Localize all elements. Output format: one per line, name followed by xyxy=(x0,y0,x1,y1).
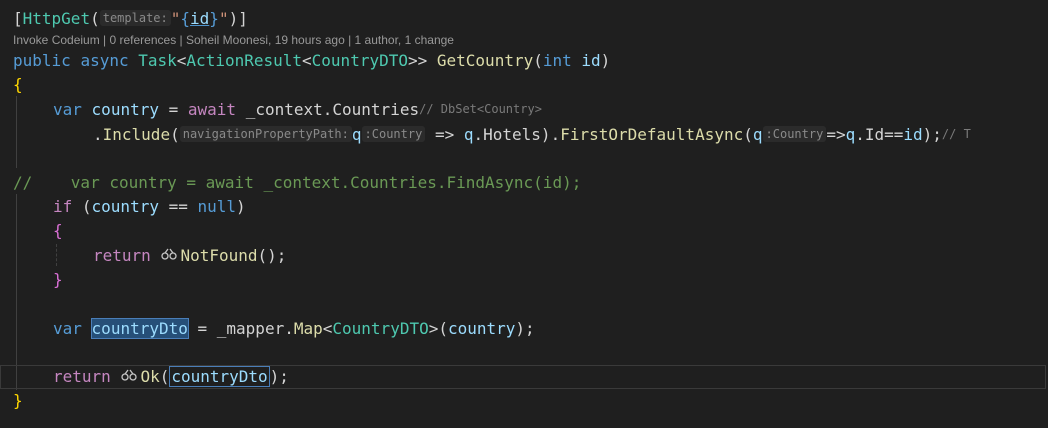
token-type: CountryDTO xyxy=(332,319,429,338)
token-brace: { xyxy=(53,221,63,240)
token: == xyxy=(158,197,198,216)
code-line-8[interactable]: if (country == null) xyxy=(0,195,1048,219)
token-function: GetCountry xyxy=(436,51,534,70)
code-line-10[interactable]: return NotFound(); xyxy=(0,244,1048,268)
inlay-hint-param: navigationPropertyPath: xyxy=(179,126,352,142)
token-variable: country xyxy=(91,100,159,119)
token-keyword: await xyxy=(187,100,237,119)
token: ) xyxy=(236,197,246,216)
token-string: " xyxy=(218,9,229,28)
token-keyword: var xyxy=(53,100,82,119)
inline-type-comment: // T xyxy=(941,127,971,141)
token: >> xyxy=(407,51,428,70)
token: ); xyxy=(515,319,535,338)
token-variable-highlighted: countryDto xyxy=(90,318,189,339)
token-route-param: id xyxy=(190,9,210,28)
token-function: FirstOrDefaultAsync xyxy=(560,125,744,144)
navigate-to-response-icon[interactable] xyxy=(160,246,178,262)
inlay-hint-type: :Country xyxy=(361,126,426,142)
token-param: id xyxy=(581,51,601,70)
token: ( xyxy=(533,51,543,70)
token-param: q xyxy=(351,125,362,144)
code-line-16[interactable]: } xyxy=(0,389,1048,413)
token: .Hotels). xyxy=(473,125,561,144)
code-line-5[interactable]: .Include(navigationPropertyPath: q:Countr… xyxy=(0,122,1048,146)
token-variable: country xyxy=(447,319,516,338)
token-attribute: HttpGet xyxy=(22,9,91,28)
token-keyword: public xyxy=(13,51,71,70)
token: >( xyxy=(428,319,448,338)
code-line-13[interactable]: var countryDto = _mapper.Map<CountryDTO>… xyxy=(0,317,1048,341)
code-line-9[interactable]: { xyxy=(0,219,1048,243)
token: < xyxy=(302,51,312,70)
code-line-4[interactable]: var country = await _context.Countries//… xyxy=(0,97,1048,121)
token-param: q xyxy=(463,125,474,144)
code-line-3[interactable]: { xyxy=(0,73,1048,97)
code-editor[interactable]: [HttpGet(template: "{id}")] Invoke Codeiu… xyxy=(0,0,1048,428)
token-type: Task xyxy=(138,51,177,70)
code-line-7[interactable]: // var country = await _context.Countrie… xyxy=(0,171,1048,195)
token: (); xyxy=(257,246,287,265)
token-type: ActionResult xyxy=(186,51,303,70)
token-function: Include xyxy=(102,125,171,144)
token: ( xyxy=(90,9,100,28)
token-string: " xyxy=(170,9,181,28)
token: . xyxy=(93,125,103,144)
token-keyword: null xyxy=(197,197,237,216)
code-line-15[interactable]: return Ok(countryDto); xyxy=(0,365,1048,389)
token: < xyxy=(322,319,333,338)
codelens[interactable]: Invoke Codeium | 0 references | Soheil M… xyxy=(13,31,454,49)
token-keyword: int xyxy=(542,51,572,70)
token-keyword: var xyxy=(53,319,82,338)
token: => xyxy=(826,125,846,144)
token: = _mapper. xyxy=(187,319,294,338)
token-keyword: return xyxy=(93,246,151,265)
token: ); xyxy=(922,125,942,144)
token-brace: } xyxy=(53,270,63,289)
token-route-brace: { xyxy=(180,9,191,28)
token: => xyxy=(425,125,464,144)
token-keyword: return xyxy=(53,367,111,386)
token-function: Map xyxy=(293,319,323,338)
token: ( xyxy=(170,125,180,144)
token: ); xyxy=(269,367,289,386)
token-variable: country xyxy=(91,197,159,216)
code-line-11[interactable]: } xyxy=(0,268,1048,292)
token: .Id== xyxy=(855,125,904,144)
token-function: NotFound xyxy=(180,246,258,265)
token: )] xyxy=(228,9,248,28)
token-param: q xyxy=(845,125,856,144)
token: [ xyxy=(13,9,23,28)
token-route-brace: } xyxy=(209,9,219,28)
token-comment: // var country = await _context.Countrie… xyxy=(13,173,582,192)
token-function: Ok xyxy=(140,367,160,386)
token: ( xyxy=(72,197,92,216)
token-brace: { xyxy=(13,75,23,94)
token-keyword: async xyxy=(80,51,129,70)
token-keyword: if xyxy=(53,197,73,216)
token: _context.Countries xyxy=(236,100,420,119)
navigate-to-response-icon[interactable] xyxy=(120,367,138,383)
token-variable-highlighted: countryDto xyxy=(169,366,270,387)
token: = xyxy=(158,100,188,119)
token: ( xyxy=(743,125,753,144)
token-brace: } xyxy=(13,391,23,410)
inline-type-comment: // DbSet<Country> xyxy=(419,102,542,116)
token: < xyxy=(176,51,187,70)
code-line-2[interactable]: public async Task<ActionResult<CountryDT… xyxy=(0,49,1048,73)
token: ) xyxy=(600,51,611,70)
token-type: CountryDTO xyxy=(311,51,408,70)
token: ( xyxy=(159,367,170,386)
token-param: id xyxy=(903,125,923,144)
code-line-1[interactable]: [HttpGet(template: "{id}")] xyxy=(0,7,1048,31)
inlay-hint-template: template: xyxy=(99,10,171,26)
inlay-hint-type: :Country xyxy=(762,126,827,142)
token-param: q xyxy=(752,125,763,144)
